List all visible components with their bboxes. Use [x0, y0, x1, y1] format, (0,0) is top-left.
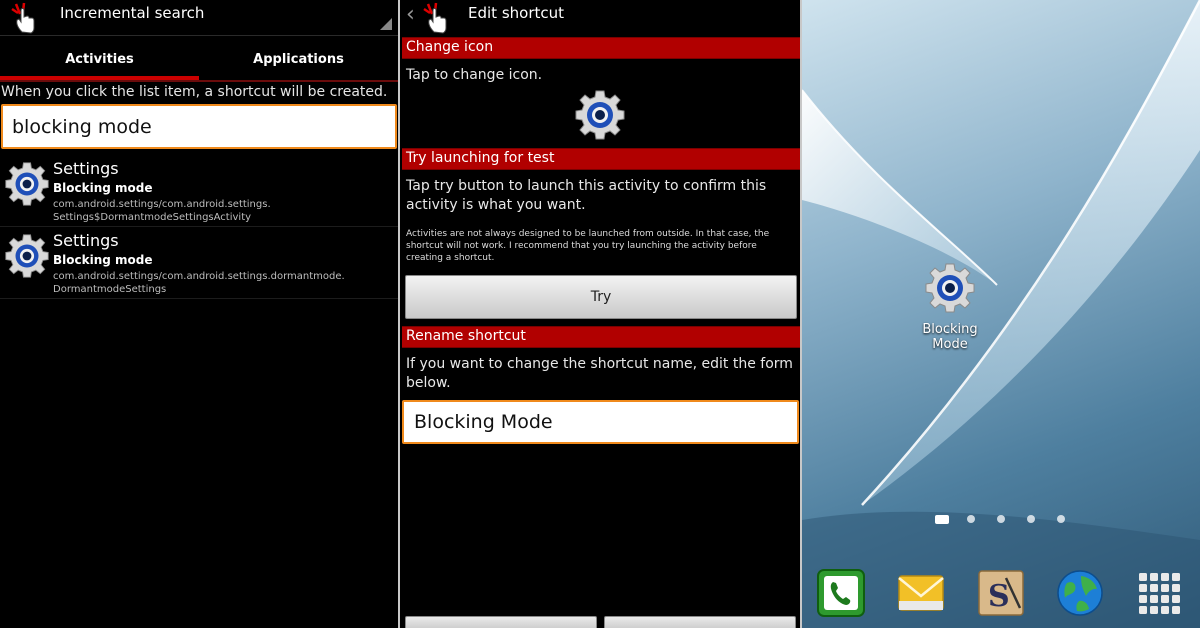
item-package-continued: DormantmodeSettings — [53, 284, 167, 295]
try-launch-note: Activities are not always designed to be… — [406, 229, 770, 239]
page-dot[interactable] — [1027, 515, 1035, 523]
tab-applications[interactable]: Applications — [199, 40, 398, 80]
overflow-corner-indicator — [380, 18, 392, 30]
panel-divider — [398, 0, 400, 628]
s-note-icon[interactable]: S — [976, 568, 1026, 618]
bottom-left-button[interactable] — [405, 616, 597, 628]
tab-divider — [0, 80, 398, 82]
section-header-try-launching: Try launching for test — [402, 148, 800, 170]
shortcut-label: Blocking Mode — [900, 322, 1000, 352]
item-title: Settings — [53, 231, 119, 250]
settings-gear-icon — [5, 162, 49, 206]
page-dot[interactable] — [997, 515, 1005, 523]
section-header-rename-shortcut: Rename shortcut — [402, 326, 800, 348]
phone-icon[interactable] — [816, 568, 866, 618]
edit-shortcut-screen: ‹ Edit shortcut Change icon Tap to chang… — [402, 0, 800, 628]
pointing-hand-icon — [11, 2, 35, 34]
pointing-hand-icon — [423, 2, 447, 34]
shortcut-gear-icon[interactable] — [574, 89, 626, 141]
internet-globe-icon[interactable] — [1055, 568, 1105, 618]
change-icon-text: Tap to change icon. — [406, 67, 543, 83]
back-chevron-icon[interactable]: ‹ — [406, 2, 415, 27]
bottom-right-button[interactable] — [604, 616, 796, 628]
item-package: com.android.settings/com.android.setting… — [53, 271, 345, 282]
item-package-continued: Settings$DormantmodeSettingsActivity — [53, 212, 252, 223]
search-input[interactable]: blocking mode — [1, 104, 397, 149]
try-launch-text: Tap try button to launch this activity t… — [406, 178, 767, 194]
item-subtitle: Blocking mode — [53, 181, 153, 195]
tab-activities[interactable]: Activities — [0, 40, 199, 80]
app-title: Incremental search — [60, 4, 205, 22]
tab-bar: Activities Applications — [0, 40, 398, 82]
blocking-mode-shortcut-gear-icon[interactable] — [924, 262, 976, 314]
title-bar: Incremental search — [0, 0, 398, 36]
shortcut-name-input[interactable]: Blocking Mode — [402, 400, 799, 444]
try-launch-text-continued: activity is what you want. — [406, 197, 586, 213]
shortcut-label-line1: Blocking — [922, 322, 978, 337]
rename-text-continued: below. — [406, 375, 451, 391]
page-dot[interactable] — [967, 515, 975, 523]
screen-title: Edit shortcut — [468, 4, 564, 22]
settings-gear-icon — [5, 234, 49, 278]
svg-text:S: S — [988, 579, 1010, 614]
section-header-change-icon: Change icon — [402, 37, 800, 59]
try-launch-note-end: creating a shortcut. — [406, 253, 495, 263]
feather-wallpaper — [802, 0, 1200, 628]
home-screen: Blocking Mode S — [802, 0, 1200, 628]
email-icon[interactable] — [896, 568, 946, 618]
try-button[interactable]: Try — [405, 275, 797, 319]
rename-text: If you want to change the shortcut name,… — [406, 356, 793, 372]
list-item[interactable]: Settings Blocking mode com.android.setti… — [0, 155, 398, 227]
apps-grid-icon[interactable] — [1134, 568, 1184, 618]
instruction-text: When you click the list item, a shortcut… — [1, 84, 388, 100]
list-item[interactable]: Settings Blocking mode com.android.setti… — [0, 227, 398, 299]
item-title: Settings — [53, 159, 119, 178]
item-package: com.android.settings/com.android.setting… — [53, 199, 271, 210]
item-subtitle: Blocking mode — [53, 253, 153, 267]
page-dot-active[interactable] — [935, 515, 949, 524]
shortcut-label-line2: Mode — [932, 337, 968, 352]
try-launch-note-continued: shortcut will not work. I recommend that… — [406, 241, 757, 251]
incremental-search-screen: Incremental search Activities Applicatio… — [0, 0, 398, 628]
page-dot[interactable] — [1057, 515, 1065, 523]
